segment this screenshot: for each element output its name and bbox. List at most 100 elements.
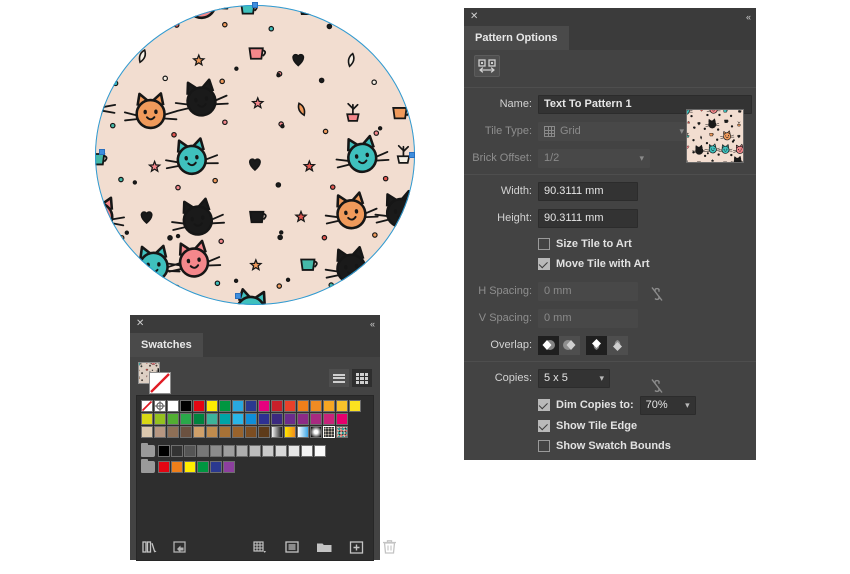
- swatch-r3-7[interactable]: [232, 426, 244, 438]
- swatch-r2-4[interactable]: [193, 413, 205, 425]
- swatch-gray-2[interactable]: [184, 445, 196, 457]
- tab-pattern-options[interactable]: Pattern Options: [464, 26, 569, 50]
- swatch-gray-1[interactable]: [171, 445, 183, 457]
- show-swatch-bounds-row[interactable]: Show Swatch Bounds: [464, 436, 756, 456]
- collapse-panel-icon[interactable]: «: [370, 319, 375, 329]
- swatch-r2-12[interactable]: [297, 413, 309, 425]
- swatch-gray-12[interactable]: [314, 445, 326, 457]
- swatch-color-0[interactable]: [158, 461, 170, 473]
- height-input[interactable]: 90.3111 mm: [538, 208, 638, 228]
- swatch-r1-8[interactable]: [245, 400, 257, 412]
- swatch-gray-8[interactable]: [262, 445, 274, 457]
- dim-copies-row[interactable]: Dim Copies to: 70% ▾: [464, 394, 756, 416]
- swatch-r2-5[interactable]: [206, 413, 218, 425]
- swatch-gray-9[interactable]: [275, 445, 287, 457]
- swatch-r1-11[interactable]: [284, 400, 296, 412]
- tile-type-select[interactable]: Grid ▾: [538, 121, 690, 141]
- swatch-r1-12[interactable]: [297, 400, 309, 412]
- link-broken-icon[interactable]: [650, 286, 664, 305]
- grid-view-icon[interactable]: [352, 369, 372, 387]
- swatch-r1-0[interactable]: [141, 400, 153, 412]
- swatch-libraries-menu-icon[interactable]: [142, 540, 158, 555]
- swatch-r1-4[interactable]: [193, 400, 205, 412]
- swatch-r3-0[interactable]: [141, 426, 153, 438]
- show-swatch-bounds-checkbox[interactable]: [538, 440, 550, 452]
- anchor-point-left[interactable]: [99, 149, 105, 155]
- swatch-r3-1[interactable]: [154, 426, 166, 438]
- swatch-options-icon[interactable]: [284, 540, 300, 555]
- swatch-gray-6[interactable]: [236, 445, 248, 457]
- anchor-point-right[interactable]: [409, 152, 415, 158]
- swatch-r3-14[interactable]: [323, 426, 335, 438]
- swatch-r1-15[interactable]: [336, 400, 348, 412]
- swatch-r1-14[interactable]: [323, 400, 335, 412]
- swatch-gray-0[interactable]: [158, 445, 170, 457]
- swatch-r2-8[interactable]: [245, 413, 257, 425]
- move-tile-with-art-row[interactable]: Move Tile with Art: [464, 254, 756, 274]
- h-spacing-input[interactable]: 0 mm: [538, 281, 638, 301]
- swatch-r2-1[interactable]: [154, 413, 166, 425]
- swatch-r2-3[interactable]: [180, 413, 192, 425]
- swatch-r2-6[interactable]: [219, 413, 231, 425]
- width-input[interactable]: 90.3111 mm: [538, 181, 638, 201]
- swatch-gray-4[interactable]: [210, 445, 222, 457]
- overlap-right-in-front-button[interactable]: [559, 335, 580, 355]
- pattern-filled-circle[interactable]: [95, 5, 415, 305]
- swatch-r3-13[interactable]: [310, 426, 322, 438]
- folder-icon[interactable]: [141, 459, 155, 473]
- list-view-icon[interactable]: [329, 369, 349, 387]
- swatch-r2-13[interactable]: [310, 413, 322, 425]
- swatch-r1-1[interactable]: [154, 400, 166, 412]
- close-icon[interactable]: ✕: [136, 319, 144, 329]
- stroke-swatch[interactable]: [149, 372, 171, 394]
- swatch-r3-10[interactable]: [271, 426, 283, 438]
- swatch-r1-3[interactable]: [180, 400, 192, 412]
- swatch-r3-12[interactable]: [297, 426, 309, 438]
- swatch-library-link-icon[interactable]: [172, 540, 188, 555]
- v-spacing-input[interactable]: 0 mm: [538, 308, 638, 328]
- anchor-point-top[interactable]: [252, 2, 258, 8]
- swatch-r3-15[interactable]: [336, 426, 348, 438]
- swatch-r2-0[interactable]: [141, 413, 153, 425]
- panel-menu-icon[interactable]: [734, 26, 756, 50]
- link-broken-icon[interactable]: [650, 378, 664, 397]
- swatch-r1-5[interactable]: [206, 400, 218, 412]
- swatch-r2-2[interactable]: [167, 413, 179, 425]
- overlap-bottom-in-front-button[interactable]: [607, 335, 628, 355]
- swatch-color-5[interactable]: [223, 461, 235, 473]
- swatch-r1-9[interactable]: [258, 400, 270, 412]
- swatch-r1-10[interactable]: [271, 400, 283, 412]
- swatch-gray-11[interactable]: [301, 445, 313, 457]
- swatch-r2-14[interactable]: [323, 413, 335, 425]
- swatch-gray-7[interactable]: [249, 445, 261, 457]
- swatch-r2-11[interactable]: [284, 413, 296, 425]
- collapse-panel-icon[interactable]: «: [746, 12, 751, 22]
- swatch-r1-16[interactable]: [349, 400, 361, 412]
- overlap-left-in-front-button[interactable]: [538, 335, 559, 355]
- delete-swatch-icon[interactable]: [382, 539, 397, 555]
- swatch-gray-10[interactable]: [288, 445, 300, 457]
- anchor-point-bottom[interactable]: [235, 293, 241, 299]
- dim-copies-input[interactable]: 70% ▾: [639, 395, 696, 415]
- new-color-group-icon[interactable]: [316, 540, 333, 555]
- swatch-r2-7[interactable]: [232, 413, 244, 425]
- folder-icon[interactable]: [141, 443, 155, 457]
- swatch-r3-9[interactable]: [258, 426, 270, 438]
- swatch-r3-4[interactable]: [193, 426, 205, 438]
- copies-select[interactable]: 5 x 5 ▾: [538, 368, 610, 388]
- swatch-r1-13[interactable]: [310, 400, 322, 412]
- swatch-r2-15[interactable]: [336, 413, 348, 425]
- swatch-r3-11[interactable]: [284, 426, 296, 438]
- swatch-r1-6[interactable]: [219, 400, 231, 412]
- size-tile-to-art-row[interactable]: Size Tile to Art: [464, 234, 756, 254]
- swatch-r1-2[interactable]: [167, 400, 179, 412]
- swatch-r2-9[interactable]: [258, 413, 270, 425]
- swatch-r3-6[interactable]: [219, 426, 231, 438]
- swatch-color-4[interactable]: [210, 461, 222, 473]
- size-tile-to-art-checkbox[interactable]: [538, 238, 550, 250]
- dim-copies-checkbox[interactable]: [538, 399, 550, 411]
- swatch-color-1[interactable]: [171, 461, 183, 473]
- swatch-r3-8[interactable]: [245, 426, 257, 438]
- fill-stroke-indicator[interactable]: [138, 362, 172, 394]
- close-icon[interactable]: ✕: [470, 12, 478, 22]
